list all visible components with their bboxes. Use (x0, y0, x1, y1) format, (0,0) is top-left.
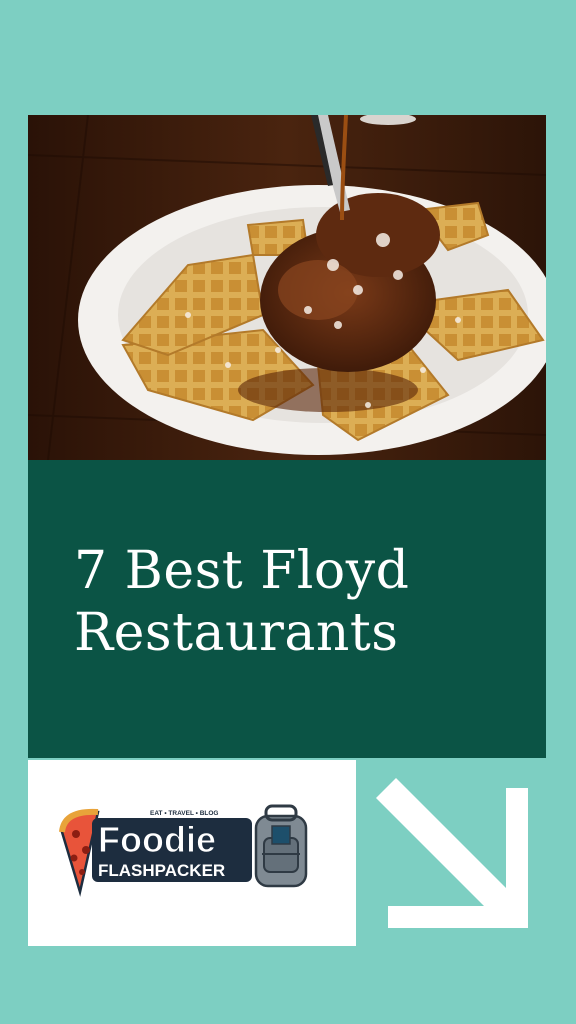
title-line-2: Restaurants (74, 603, 399, 663)
brand-name-bottom: FLASHPACKER (98, 861, 225, 880)
brand-name-top: Foodie (98, 819, 216, 860)
hero-image (28, 115, 546, 460)
brand-logo-box[interactable]: EAT • TRAVEL • BLOG Foodie FLASHPACKER (28, 760, 356, 946)
brand-tagline: EAT • TRAVEL • BLOG (150, 810, 218, 817)
article-title[interactable]: 7 Best Floyd Restaurants (74, 540, 514, 664)
foodie-flashpacker-logo: EAT • TRAVEL • BLOG Foodie FLASHPACKER (59, 804, 308, 897)
arrow-down-right-icon[interactable] (376, 778, 528, 928)
title-panel: 7 Best Floyd Restaurants (28, 460, 546, 758)
backpack-icon (254, 804, 308, 888)
title-line-1: 7 Best Floyd (74, 541, 410, 601)
